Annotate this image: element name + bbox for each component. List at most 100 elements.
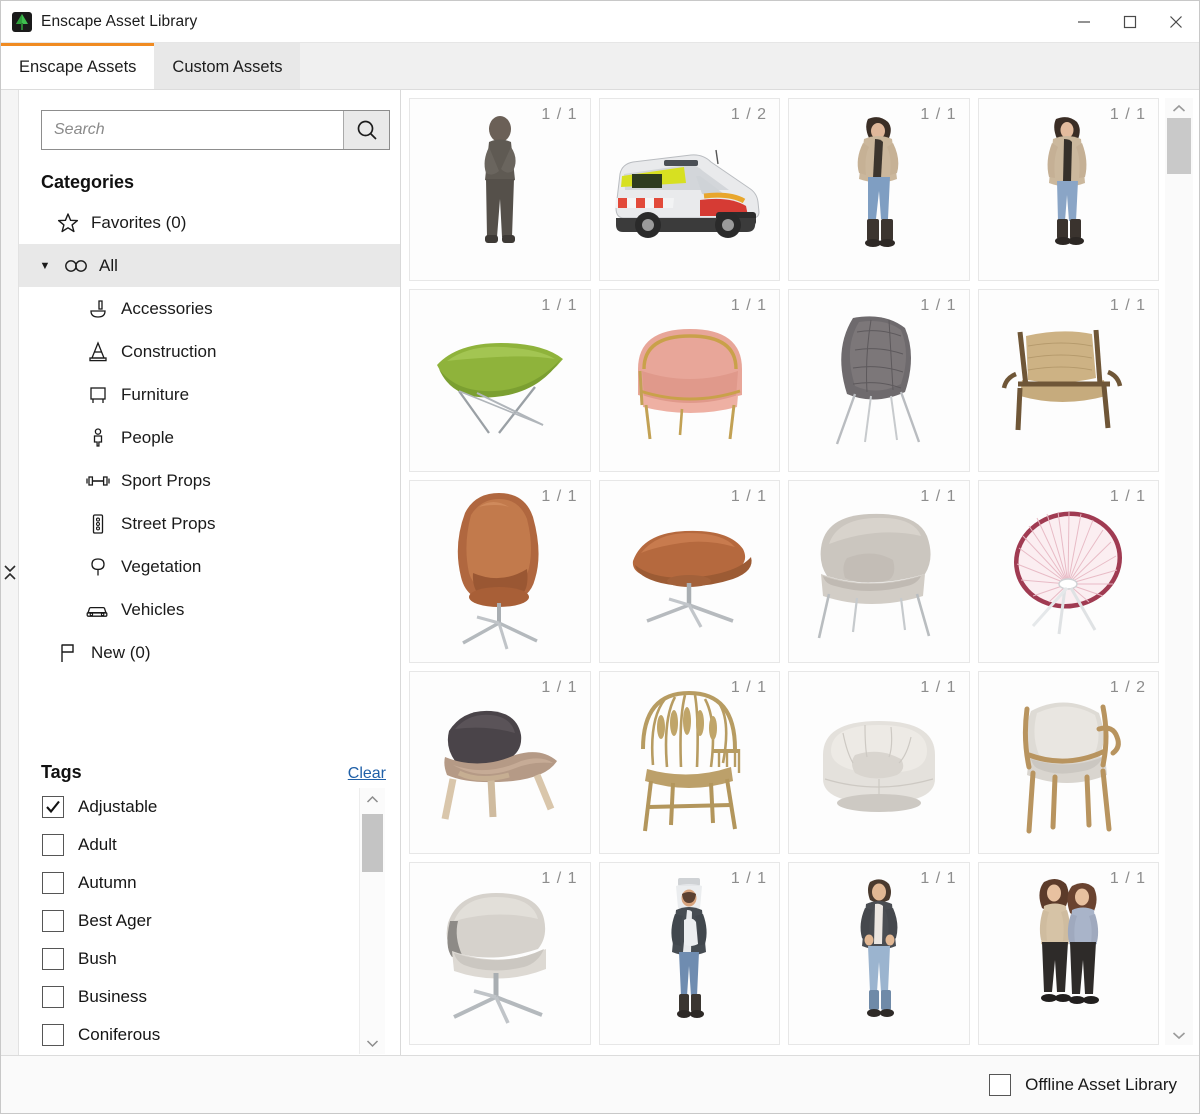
asset-card[interactable]: 1 / 1: [977, 862, 1159, 1045]
person-woman-blazer-thumbnail: [789, 863, 969, 1044]
asset-card[interactable]: 1 / 1: [598, 289, 780, 472]
checkbox-coniferous[interactable]: [42, 1024, 64, 1046]
sidebar-item-accessories[interactable]: Accessories: [19, 287, 400, 330]
sidebar-item-favorites[interactable]: Favorites (0): [19, 201, 400, 244]
tags-heading: Tags: [41, 762, 82, 782]
asset-card[interactable]: 1 / 1: [788, 98, 970, 281]
tags-header: Tags Clear: [41, 762, 386, 783]
asset-card[interactable]: 1 / 1: [409, 289, 591, 472]
asset-card[interactable]: 1 / 2: [977, 671, 1159, 854]
asset-card[interactable]: 1 / 1: [409, 480, 591, 663]
asset-card[interactable]: 1 / 1: [598, 671, 780, 854]
asset-variant-count: 1 / 1: [1109, 870, 1146, 887]
sidebar-item-vehicles[interactable]: Vehicles: [19, 588, 400, 631]
peacock-wood-chair-thumbnail: [600, 672, 780, 853]
tag-row-bush[interactable]: Bush: [42, 940, 359, 978]
close-icon[interactable]: [1153, 1, 1199, 43]
checkbox-adjustable[interactable]: [42, 796, 64, 818]
asset-card[interactable]: 1 / 1: [788, 671, 970, 854]
asset-grid-scrollbar-track[interactable]: [1165, 118, 1193, 1025]
checkbox-autumn[interactable]: [42, 872, 64, 894]
asset-variant-count: 1 / 1: [730, 488, 767, 505]
sidebar-item-people-label: People: [121, 427, 174, 447]
tag-row-coniferous[interactable]: Coniferous: [42, 1016, 359, 1054]
title-bar: Enscape Asset Library: [1, 1, 1199, 43]
chevron-down-icon[interactable]: [1165, 1025, 1193, 1045]
flag-icon: [55, 642, 81, 664]
maximize-icon[interactable]: [1107, 1, 1153, 43]
collapse-panel-handle[interactable]: [1, 554, 19, 592]
tags-scrollbar[interactable]: [359, 788, 385, 1054]
asset-grid-scrollbar[interactable]: [1165, 98, 1193, 1045]
tag-row-autumn[interactable]: Autumn: [42, 864, 359, 902]
asset-card[interactable]: 1 / 1: [977, 289, 1159, 472]
sidebar-item-sport-props-label: Sport Props: [121, 470, 211, 490]
asset-card[interactable]: 1 / 1: [788, 480, 970, 663]
person-coat-standing-thumbnail: [979, 99, 1159, 280]
sidebar-collapse-rail[interactable]: [1, 90, 19, 1055]
asset-card[interactable]: 1 / 1: [598, 480, 780, 663]
tag-row-adjustable[interactable]: Adjustable: [42, 788, 359, 826]
tag-label-bush: Bush: [78, 949, 117, 968]
tags-scrollbar-track[interactable]: [360, 810, 385, 1032]
sidebar-item-construction[interactable]: Construction: [19, 330, 400, 373]
asset-variant-count: 1 / 1: [730, 679, 767, 696]
asset-grid-scrollbar-thumb[interactable]: [1167, 118, 1191, 174]
tag-label-adult: Adult: [78, 835, 117, 854]
sidebar-item-construction-label: Construction: [121, 341, 217, 361]
checkbox-adult[interactable]: [42, 834, 64, 856]
checkbox-bush[interactable]: [42, 948, 64, 970]
tab-enscape-assets[interactable]: Enscape Assets: [1, 43, 155, 89]
asset-card[interactable]: 1 / 1: [788, 862, 970, 1045]
sidebar-item-street-props[interactable]: Street Props: [19, 502, 400, 545]
asset-card[interactable]: 1 / 1: [977, 480, 1159, 663]
sidebar-item-vegetation[interactable]: Vegetation: [19, 545, 400, 588]
asset-variant-count: 1 / 1: [1109, 297, 1146, 314]
sidebar-item-furniture-label: Furniture: [121, 384, 190, 404]
green-coconut-chair-thumbnail: [410, 290, 590, 471]
person-coat-walking-thumbnail: [789, 99, 969, 280]
wood-frame-dining-chair-thumbnail: [979, 672, 1159, 853]
chevron-down-icon[interactable]: [360, 1032, 385, 1054]
asset-grid: 1 / 1 1 / 2 1 / 1 1 / 1 1 / 1 1 / 1 1 / …: [409, 98, 1159, 1045]
tag-row-best-ager[interactable]: Best Ager: [42, 902, 359, 940]
checkbox-offline-asset-library[interactable]: [989, 1073, 1012, 1096]
tag-row-adult[interactable]: Adult: [42, 826, 359, 864]
tags-panel: Adjustable Adult Autumn Best Ager Bush B…: [41, 787, 386, 1055]
asset-card[interactable]: 1 / 1: [409, 671, 591, 854]
tags-scrollbar-thumb[interactable]: [362, 814, 383, 872]
checkbox-business[interactable]: [42, 986, 64, 1008]
asset-card[interactable]: 1 / 1: [977, 98, 1159, 281]
asset-card[interactable]: 1 / 1: [788, 289, 970, 472]
infinity-icon: [63, 258, 89, 274]
brown-leather-egg-chair-thumbnail: [410, 481, 590, 662]
tag-row-business[interactable]: Business: [42, 978, 359, 1016]
asset-card[interactable]: 1 / 1: [409, 98, 591, 281]
sidebar-item-all[interactable]: ▼ All: [19, 244, 400, 287]
tags-clear-link[interactable]: Clear: [348, 765, 386, 783]
tab-custom-assets[interactable]: Custom Assets: [154, 43, 301, 89]
sidebar-item-people[interactable]: People: [19, 416, 400, 459]
chevron-up-icon[interactable]: [360, 788, 385, 810]
search-icon[interactable]: [343, 111, 389, 149]
sidebar-item-furniture[interactable]: Furniture: [19, 373, 400, 416]
asset-card[interactable]: 1 / 2: [598, 98, 780, 281]
wood-rattan-lounge-chair-thumbnail: [979, 290, 1159, 471]
traffic-cone-icon: [85, 340, 111, 363]
asset-card[interactable]: 1 / 1: [598, 862, 780, 1045]
furniture-icon: [85, 384, 111, 406]
chevron-down-icon[interactable]: ▼: [37, 260, 53, 272]
pink-tub-armchair-thumbnail: [600, 290, 780, 471]
checkbox-best-ager[interactable]: [42, 910, 64, 932]
search-input[interactable]: [42, 111, 343, 149]
minimize-icon[interactable]: [1061, 1, 1107, 43]
asset-card[interactable]: 1 / 1: [409, 862, 591, 1045]
white-round-tub-chair-thumbnail: [789, 672, 969, 853]
star-icon: [55, 212, 81, 234]
asset-variant-count: 1 / 1: [1109, 106, 1146, 123]
search-row: [41, 110, 390, 150]
sidebar-item-new[interactable]: New (0): [19, 631, 400, 674]
sidebar-item-sport-props[interactable]: Sport Props: [19, 459, 400, 502]
chevron-up-icon[interactable]: [1165, 98, 1193, 118]
